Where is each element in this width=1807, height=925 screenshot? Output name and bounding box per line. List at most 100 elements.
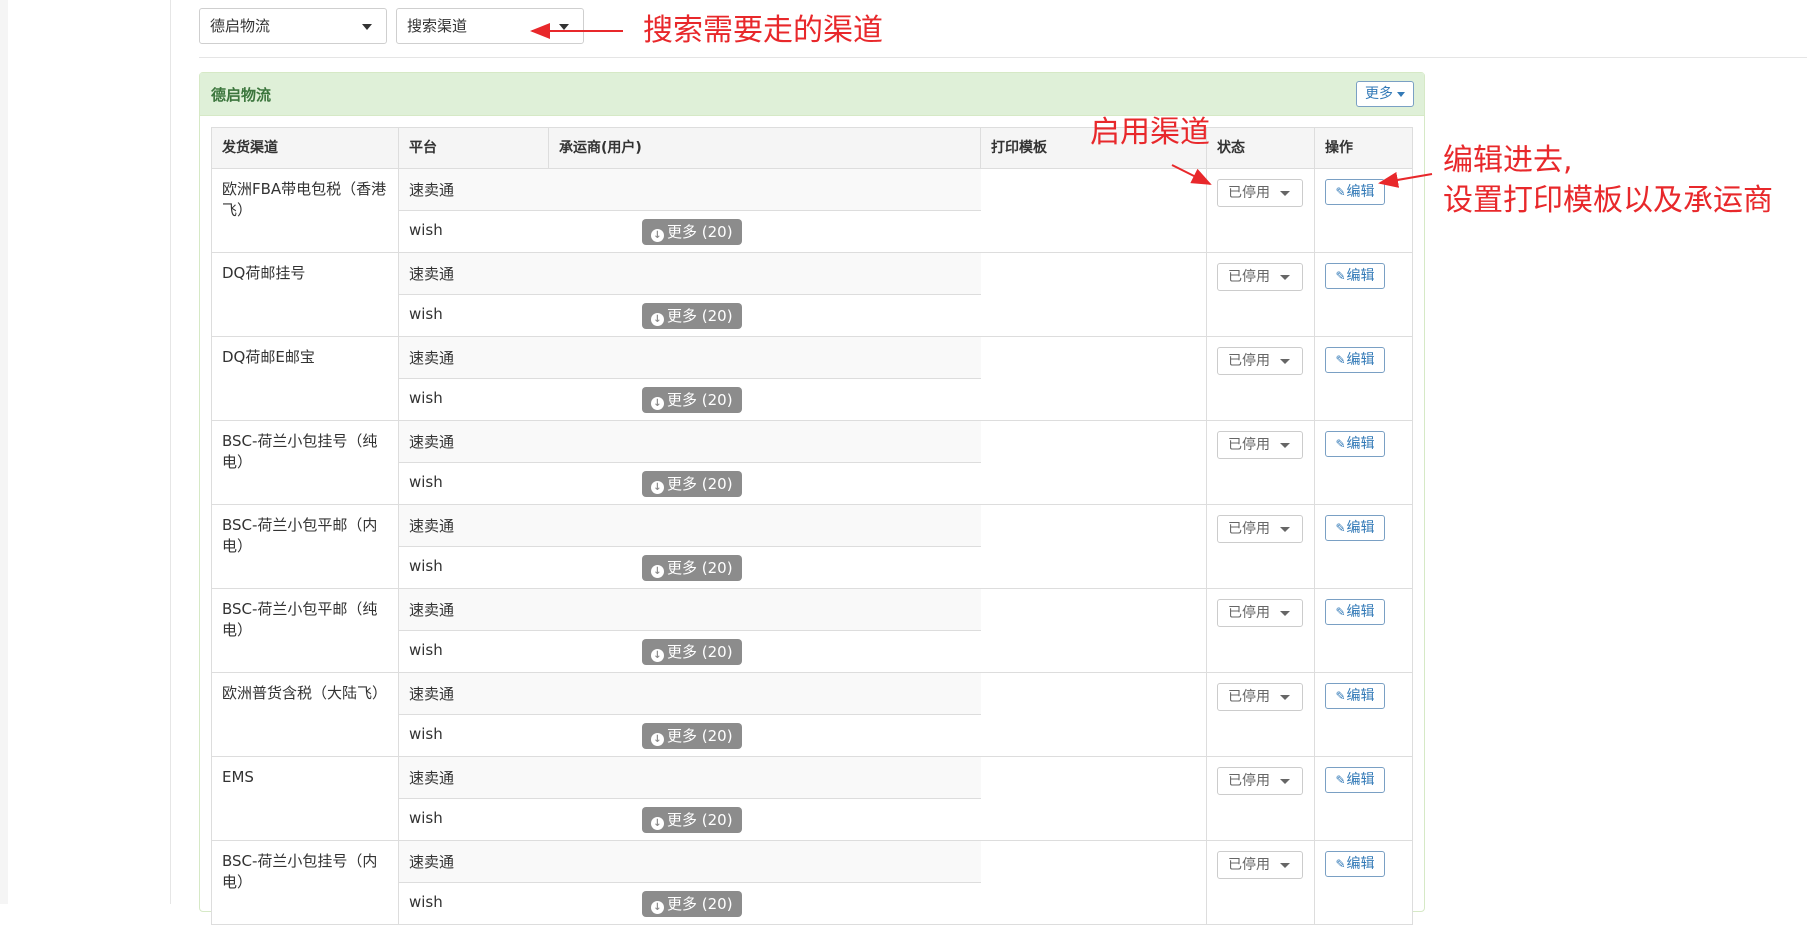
carrier-more-button[interactable]: ↓ 更多 (20) — [642, 303, 742, 329]
status-cell: 已停用 — [1207, 589, 1315, 672]
carrier-more-button[interactable]: ↓ 更多 (20) — [642, 219, 742, 245]
more-label: 更多 — [1365, 86, 1393, 102]
panel-title: 德启物流 — [211, 86, 272, 104]
more-dropdown-button[interactable]: 更多 — [1356, 81, 1414, 107]
edit-button[interactable]: ✎编辑 — [1325, 851, 1385, 877]
edit-button[interactable]: ✎编辑 — [1325, 263, 1385, 289]
edit-label: 编辑 — [1346, 184, 1375, 200]
status-cell: 已停用 — [1207, 505, 1315, 588]
status-cell: 已停用 — [1207, 253, 1315, 336]
company-select[interactable]: 德启物流 — [199, 8, 387, 44]
carrier-more-label: 更多 (20) — [667, 223, 733, 241]
platform-name: wish — [409, 305, 443, 323]
print-template-cell — [981, 169, 1207, 252]
edit-button[interactable]: ✎编辑 — [1325, 599, 1385, 625]
status-dropdown[interactable]: 已停用 — [1217, 683, 1303, 711]
caret-down-icon — [1280, 359, 1290, 364]
platform-name: wish — [409, 809, 443, 827]
status-label: 已停用 — [1228, 185, 1270, 201]
caret-down-icon — [1280, 191, 1290, 196]
table-body: 欧洲FBA带电包税（香港飞） 速卖通 wish ↓ 更多 (20) 已停用 ✎编辑… — [211, 169, 1413, 925]
carrier-more-label: 更多 (20) — [667, 811, 733, 829]
carrier-more-label: 更多 (20) — [667, 643, 733, 661]
print-template-cell — [981, 337, 1207, 420]
header-operations: 操作 — [1325, 140, 1353, 156]
edit-button[interactable]: ✎编辑 — [1325, 179, 1385, 205]
edit-button[interactable]: ✎编辑 — [1325, 767, 1385, 793]
status-cell: 已停用 — [1207, 757, 1315, 840]
carrier-more-button[interactable]: ↓ 更多 (20) — [642, 387, 742, 413]
left-sidebar-gutter — [0, 0, 171, 904]
platform-row-bottom: wish ↓ 更多 (20) — [399, 295, 981, 337]
edit-button[interactable]: ✎编辑 — [1325, 683, 1385, 709]
download-circle-icon: ↓ — [651, 313, 664, 326]
platform-name: 速卖通 — [409, 769, 455, 787]
operations-cell: ✎编辑 — [1315, 673, 1414, 756]
caret-down-icon — [1280, 779, 1290, 784]
status-dropdown[interactable]: 已停用 — [1217, 347, 1303, 375]
edit-label: 编辑 — [1346, 436, 1375, 452]
edit-label: 编辑 — [1346, 856, 1375, 872]
edit-icon: ✎ — [1335, 521, 1346, 535]
status-label: 已停用 — [1228, 689, 1270, 705]
platform-name: wish — [409, 221, 443, 239]
annotation-search-channel: 搜索需要走的渠道 — [643, 13, 883, 48]
channel-name: BSC-荷兰小包平邮（纯电） — [212, 589, 399, 672]
status-dropdown[interactable]: 已停用 — [1217, 179, 1303, 207]
platform-name: 速卖通 — [409, 181, 455, 199]
status-dropdown[interactable]: 已停用 — [1217, 599, 1303, 627]
status-label: 已停用 — [1228, 857, 1270, 873]
carrier-more-button[interactable]: ↓ 更多 (20) — [642, 471, 742, 497]
edit-button[interactable]: ✎编辑 — [1325, 347, 1385, 373]
channel-name: EMS — [212, 757, 399, 840]
carrier-more-label: 更多 (20) — [667, 895, 733, 913]
operations-cell: ✎编辑 — [1315, 337, 1414, 420]
carrier-more-label: 更多 (20) — [667, 391, 733, 409]
caret-down-icon — [1280, 695, 1290, 700]
chevron-down-icon — [559, 24, 569, 30]
annotation-edit-line1: 编辑进去, — [1443, 143, 1573, 178]
carrier-more-button[interactable]: ↓ 更多 (20) — [642, 723, 742, 749]
print-template-cell — [981, 673, 1207, 756]
status-dropdown[interactable]: 已停用 — [1217, 767, 1303, 795]
operations-cell: ✎编辑 — [1315, 253, 1414, 336]
platform-row-bottom: wish ↓ 更多 (20) — [399, 631, 981, 673]
status-dropdown[interactable]: 已停用 — [1217, 263, 1303, 291]
platform-name: 速卖通 — [409, 349, 455, 367]
carrier-more-button[interactable]: ↓ 更多 (20) — [642, 807, 742, 833]
edit-label: 编辑 — [1346, 268, 1375, 284]
edit-button[interactable]: ✎编辑 — [1325, 431, 1385, 457]
platform-row-top: 速卖通 — [399, 589, 981, 631]
channel-name: BSC-荷兰小包挂号（纯电） — [212, 421, 399, 504]
platform-row-bottom: wish ↓ 更多 (20) — [399, 715, 981, 757]
channel-search-placeholder: 搜索渠道 — [407, 17, 468, 35]
status-dropdown[interactable]: 已停用 — [1217, 515, 1303, 543]
platform-name: 速卖通 — [409, 853, 455, 871]
channel-search-select[interactable]: 搜索渠道 — [396, 8, 584, 44]
channel-name: BSC-荷兰小包挂号（内电） — [212, 841, 399, 924]
carrier-more-label: 更多 (20) — [667, 559, 733, 577]
status-dropdown[interactable]: 已停用 — [1217, 851, 1303, 879]
platform-row-bottom: wish ↓ 更多 (20) — [399, 379, 981, 421]
table-row: BSC-荷兰小包平邮（内电） 速卖通 wish ↓ 更多 (20) 已停用 ✎编辑 — [211, 505, 1413, 589]
channel-name: DQ荷邮E邮宝 — [212, 337, 399, 420]
table-row: BSC-荷兰小包平邮（纯电） 速卖通 wish ↓ 更多 (20) 已停用 ✎编辑 — [211, 589, 1413, 673]
table-header: 发货渠道 平台 承运商(用户) 打印模板 状态 操作 — [211, 127, 1413, 169]
carrier-more-button[interactable]: ↓ 更多 (20) — [642, 555, 742, 581]
status-dropdown[interactable]: 已停用 — [1217, 431, 1303, 459]
carrier-more-button[interactable]: ↓ 更多 (20) — [642, 639, 742, 665]
logistics-panel: 德启物流 更多 发货渠道 平台 承运商(用户) 打印模板 状态 操作 欧洲FBA… — [199, 72, 1425, 925]
table-row: BSC-荷兰小包挂号（内电） 速卖通 wish ↓ 更多 (20) 已停用 ✎编辑 — [211, 841, 1413, 925]
edit-icon: ✎ — [1335, 185, 1346, 199]
table-row: 欧洲FBA带电包税（香港飞） 速卖通 wish ↓ 更多 (20) 已停用 ✎编辑 — [211, 169, 1413, 253]
platform-name: 速卖通 — [409, 601, 455, 619]
edit-icon: ✎ — [1335, 437, 1346, 451]
divider — [199, 57, 1807, 58]
status-label: 已停用 — [1228, 269, 1270, 285]
edit-button[interactable]: ✎编辑 — [1325, 515, 1385, 541]
operations-cell: ✎编辑 — [1315, 841, 1414, 924]
carrier-more-button[interactable]: ↓ 更多 (20) — [642, 891, 742, 917]
operations-cell: ✎编辑 — [1315, 757, 1414, 840]
download-circle-icon: ↓ — [651, 481, 664, 494]
platform-name: wish — [409, 725, 443, 743]
